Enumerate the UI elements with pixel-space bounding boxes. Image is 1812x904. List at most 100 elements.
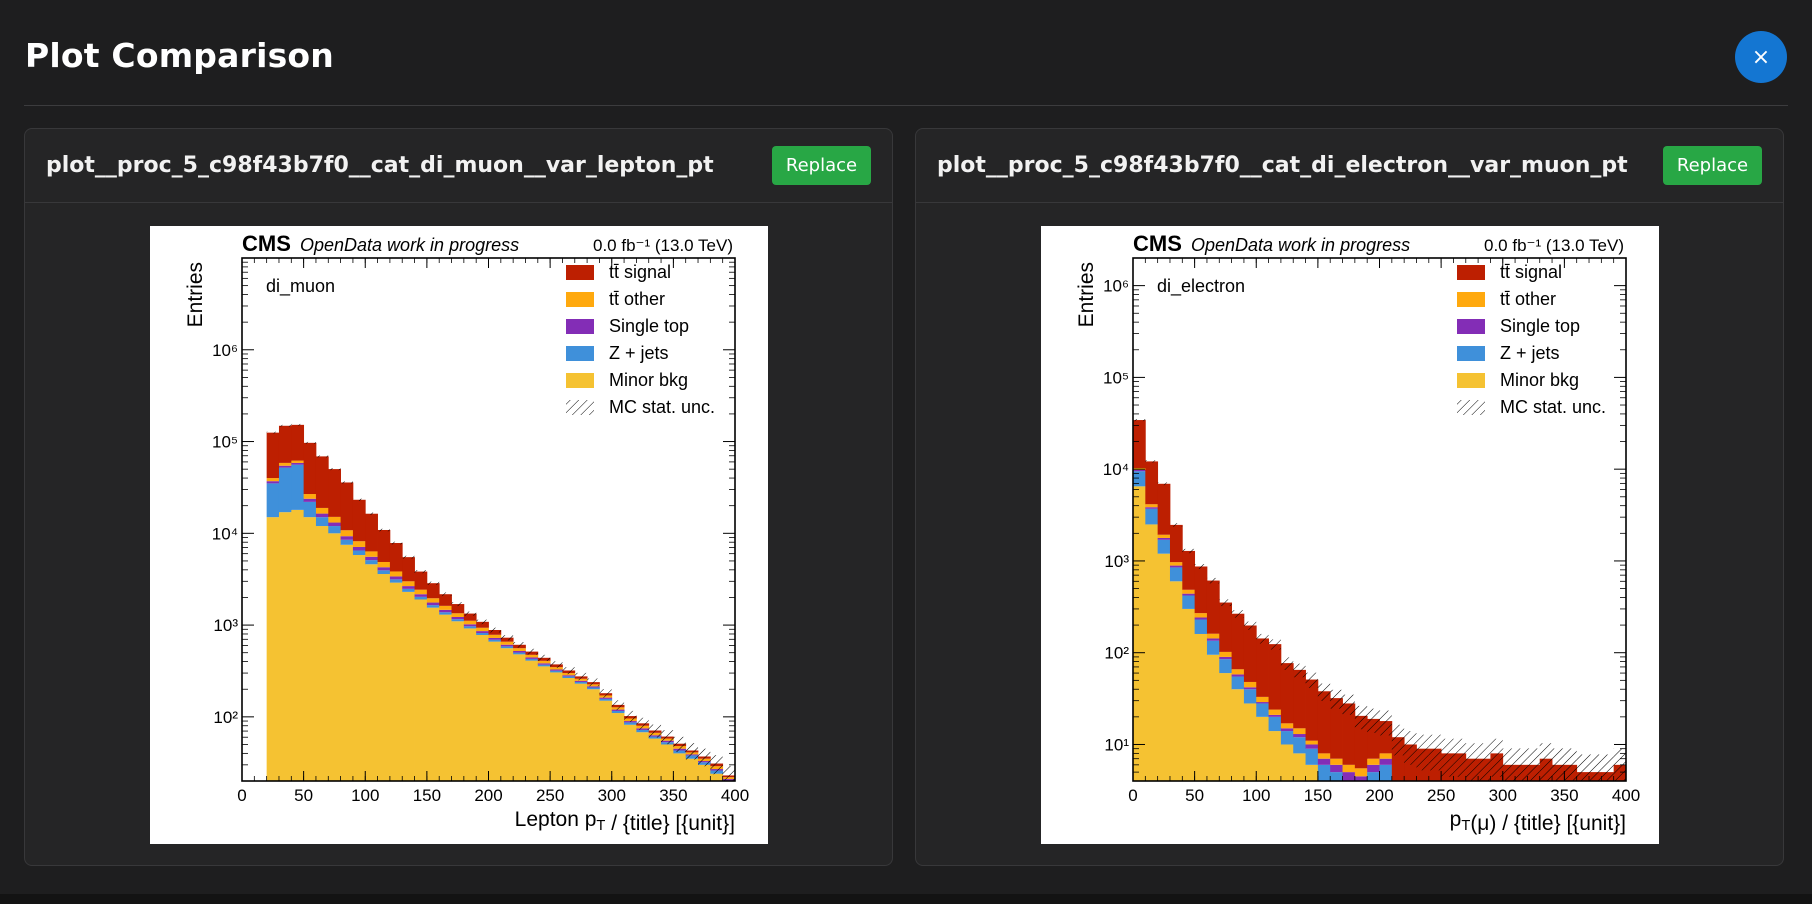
histogram-bar — [266, 481, 280, 484]
stat-uncertainty-band — [1416, 734, 1429, 771]
histogram-bar — [340, 530, 354, 537]
histogram-bar — [1194, 566, 1208, 614]
stat-uncertainty-band — [377, 528, 390, 532]
histogram-bar — [624, 722, 637, 725]
stat-uncertainty-band — [624, 710, 637, 723]
histogram-bar — [451, 619, 465, 622]
replace-button[interactable]: Replace — [772, 146, 871, 185]
replace-button[interactable]: Replace — [1663, 146, 1762, 185]
stat-uncertainty-band — [488, 627, 501, 633]
histogram-bar — [1231, 669, 1245, 675]
histogram-bar — [1157, 537, 1171, 540]
close-button[interactable]: × — [1735, 31, 1787, 83]
histogram-bar — [1157, 483, 1171, 535]
histogram-bar — [402, 581, 415, 587]
histogram-bar — [266, 517, 280, 781]
legend-swatch — [1457, 373, 1485, 388]
histogram-bar — [1169, 524, 1183, 563]
legend-swatch — [1457, 292, 1485, 307]
stat-uncertainty-band — [439, 592, 452, 597]
histogram-bar — [1194, 617, 1208, 620]
histogram-bar — [525, 654, 539, 658]
histogram-bar — [1305, 679, 1319, 741]
y-axis-label: Entries — [184, 262, 207, 327]
stat-uncertainty-band — [1404, 731, 1417, 765]
x-axis-label: Lepton pT / {title} [{unit}] — [515, 808, 735, 835]
legend-label: Minor bkg — [1500, 370, 1579, 390]
legend-label: tt̄ other — [1500, 289, 1556, 309]
histogram-bar — [1293, 669, 1306, 729]
histogram-bar — [1243, 703, 1257, 781]
histogram-bar — [1206, 580, 1220, 634]
histogram-bar — [266, 432, 280, 479]
histogram-bar — [562, 675, 576, 677]
legend-swatch — [1457, 265, 1485, 280]
histogram-bar — [1231, 613, 1245, 670]
x-tick-label: 50 — [294, 786, 313, 805]
x-tick-label: 400 — [721, 786, 749, 805]
histogram-bar — [1268, 714, 1282, 717]
y-tick-label: 10³ — [213, 616, 238, 635]
y-tick-label: 10⁶ — [1103, 277, 1129, 296]
histogram-bar — [328, 522, 341, 527]
histogram-bar — [1157, 553, 1171, 781]
histogram-bar — [389, 576, 403, 580]
histogram-bar — [451, 621, 465, 781]
legend-swatch — [566, 319, 594, 334]
histogram-bar — [1342, 772, 1356, 781]
histogram-bar — [291, 464, 305, 510]
histogram-bar — [426, 598, 440, 603]
histogram-bar — [389, 543, 403, 572]
histogram-bar — [377, 574, 391, 781]
stat-uncertainty-band — [1268, 639, 1281, 650]
modal-title: Plot Comparison — [25, 36, 334, 75]
comparison-panel-left: plot__proc_5_c98f43b7f0__cat_di_muon__va… — [24, 128, 893, 866]
category-label: di_muon — [266, 276, 335, 297]
legend-label: tt̄ other — [609, 289, 665, 309]
x-tick-label: 200 — [474, 786, 502, 805]
histogram-bar — [352, 550, 366, 556]
panel-header: plot__proc_5_c98f43b7f0__cat_di_muon__va… — [25, 129, 892, 203]
legend-label: MC stat. unc. — [1500, 397, 1606, 417]
histogram-bar — [291, 509, 305, 781]
stat-uncertainty-band — [1564, 748, 1577, 781]
stat-uncertainty-band — [1342, 694, 1355, 715]
histogram-bar — [377, 529, 391, 562]
stat-uncertainty-band — [1490, 738, 1503, 777]
histogram-bar — [365, 513, 378, 552]
histogram-bar — [1268, 644, 1282, 710]
histogram-bar — [636, 729, 650, 733]
stat-uncertainty-band — [1576, 754, 1590, 781]
histogram-bar — [574, 680, 588, 682]
histogram-bar — [1243, 681, 1257, 688]
y-axis-label: Entries — [1075, 262, 1098, 327]
histogram-bar — [315, 513, 329, 518]
histogram-bar — [315, 507, 329, 514]
histogram-bar — [574, 683, 588, 781]
y-tick-label: 10³ — [1104, 552, 1129, 571]
histogram-bar — [1379, 758, 1393, 765]
histogram-bar — [1145, 461, 1159, 505]
histogram-bar — [1169, 567, 1183, 582]
histogram-bar — [278, 512, 292, 781]
stat-uncertainty-band — [685, 743, 699, 760]
histogram-bar — [1305, 764, 1319, 781]
histogram-bar — [1305, 744, 1319, 749]
histogram-bar — [1243, 625, 1257, 682]
histogram-bar — [1293, 734, 1306, 738]
histogram-bar — [402, 557, 415, 582]
x-axis-label: pT(μ) / {title} [{unit}] — [1450, 808, 1626, 835]
stat-uncertainty-band — [303, 441, 316, 444]
histogram-bar — [1243, 687, 1257, 690]
stat-uncertainty-band — [648, 724, 662, 738]
stat-uncertainty-band — [574, 672, 588, 681]
x-tick-label: 50 — [1185, 786, 1204, 805]
histogram-bar — [1219, 651, 1232, 657]
histogram-bar — [1293, 728, 1306, 735]
histogram-bar — [1243, 689, 1257, 704]
legend-swatch — [566, 400, 594, 415]
histogram-bar — [439, 605, 452, 610]
x-tick-label: 0 — [1128, 786, 1137, 805]
histogram-bar — [1293, 753, 1306, 781]
legend-label: MC stat. unc. — [609, 397, 715, 417]
